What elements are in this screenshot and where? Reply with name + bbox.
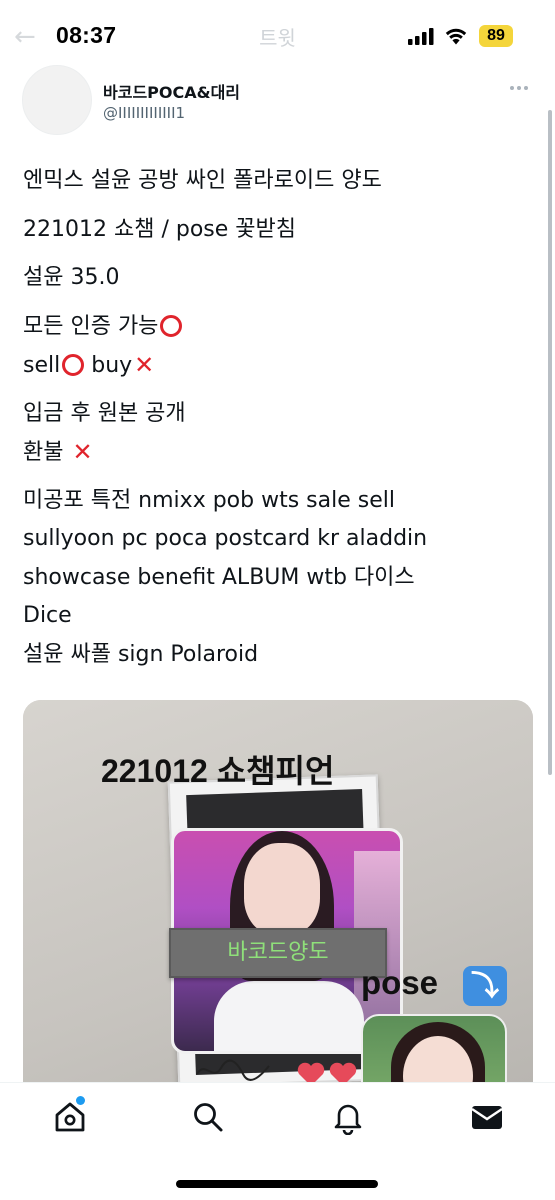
notification-dot xyxy=(76,1096,85,1105)
tweet-line: 모든 인증 가능 xyxy=(23,308,533,347)
tweet-line-text: 환불 xyxy=(23,440,64,465)
battery-indicator: 89 xyxy=(479,25,513,47)
status-time: 08:37 xyxy=(56,22,117,48)
red-cross-icon: ✕ xyxy=(72,438,93,466)
media-caption-pose: pose xyxy=(361,964,439,1001)
tweet-line: 설윤 싸폴 sign Polaroid xyxy=(23,641,259,667)
tweet-line: 미공포 특전 nmixx pob wts sale sell xyxy=(23,487,395,513)
tweet-line: sullyoon pc poca postcard kr aladdin xyxy=(23,526,428,551)
home-icon[interactable] xyxy=(52,1096,88,1135)
avatar[interactable] xyxy=(22,65,92,135)
search-icon[interactable] xyxy=(190,1099,226,1135)
tweet-line: Dice xyxy=(23,603,72,628)
media-caption-date: 221012 쇼챔피언 xyxy=(101,753,335,789)
signature-scribble xyxy=(196,1059,270,1081)
wifi-icon xyxy=(445,28,467,45)
mail-icon[interactable] xyxy=(469,1099,505,1135)
pose-photo xyxy=(361,1014,507,1082)
tweet-line: 221012 쇼챔 / pose 꽃받침 xyxy=(23,216,296,242)
tweet-line-text: buy xyxy=(91,353,133,378)
status-bar: ← 트윗 08:37 89 xyxy=(0,0,555,70)
tweet-media-image[interactable]: 221012 쇼챔피언 바코드양도 pose ⤵ xyxy=(23,700,533,1082)
more-options-icon[interactable] xyxy=(506,78,532,98)
home-indicator[interactable] xyxy=(176,1180,378,1188)
tweet-line: showcase benefit ALBUM wtb 다이스 xyxy=(23,564,415,590)
tweet-line-text: 모든 인증 가능 xyxy=(23,313,159,339)
red-circle-icon xyxy=(62,354,85,376)
tweet-line-text: sell xyxy=(23,353,61,378)
user-handle[interactable]: @IIIIIIIIIIIII1 xyxy=(103,104,185,122)
red-circle-icon xyxy=(160,314,183,337)
heart-stickers xyxy=(297,1062,357,1082)
tweet-line: sell buy✕ xyxy=(23,346,533,385)
display-name[interactable]: 바코드POCA&대리 xyxy=(103,79,240,103)
bell-icon[interactable] xyxy=(330,1099,366,1136)
tweet-line: 설윤 35.0 xyxy=(23,265,120,290)
red-cross-icon: ✕ xyxy=(134,351,155,379)
tweet-text: 엔믹스 설윤 공방 싸인 폴라로이드 양도 221012 쇼챔 / pose 꽃… xyxy=(23,162,533,674)
tweet-line: 환불 ✕ xyxy=(23,433,533,472)
signal-icon xyxy=(408,28,434,45)
tweet-line: 엔믹스 설윤 공방 싸인 폴라로이드 양도 xyxy=(23,168,382,193)
arrow-down-right-icon: ⤵ xyxy=(463,966,507,1006)
scrollbar[interactable] xyxy=(548,110,552,775)
tweet-line: 입금 후 원본 공개 xyxy=(23,400,186,426)
watermark-sticker: 바코드양도 xyxy=(169,928,387,978)
